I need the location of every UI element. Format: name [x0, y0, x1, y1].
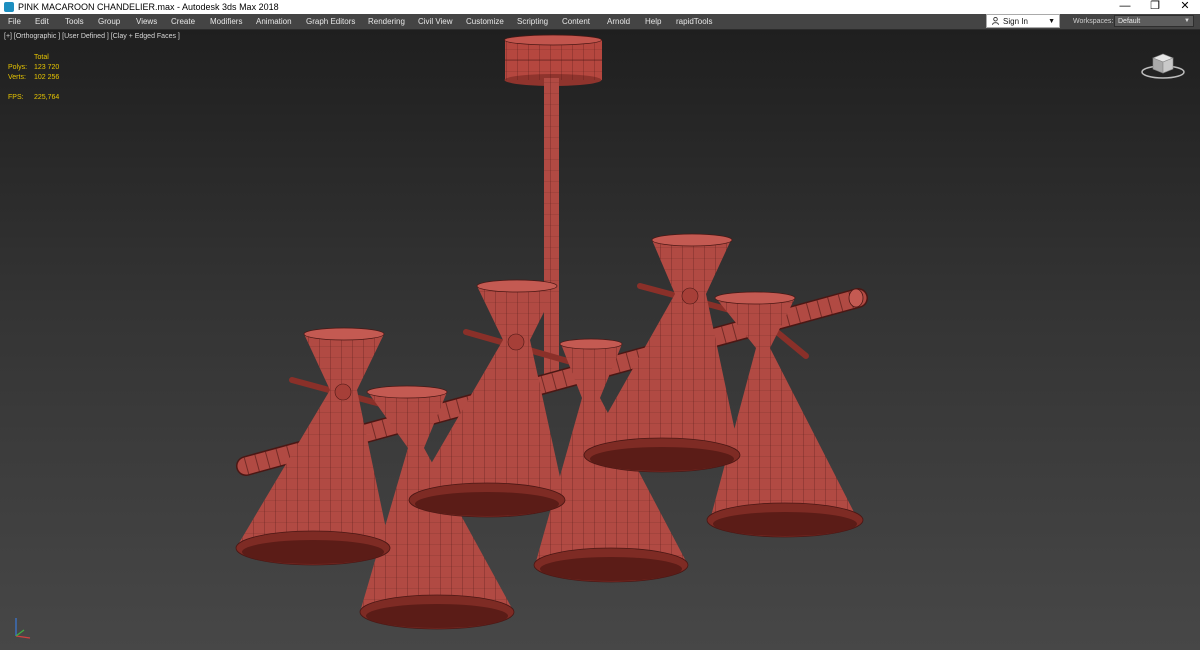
menu-rendering[interactable]: Rendering: [368, 14, 405, 29]
menu-animation[interactable]: Animation: [256, 14, 292, 29]
menu-edit[interactable]: Edit: [35, 14, 49, 29]
viewcube-icon[interactable]: [1140, 48, 1186, 82]
verts-value: 102 256: [34, 74, 60, 81]
menu-file[interactable]: File: [8, 14, 21, 29]
sign-in-dropdown[interactable]: Sign In ▼: [986, 14, 1060, 28]
chandelier-model[interactable]: [0, 30, 1200, 650]
fps-value: 225,764: [34, 94, 60, 101]
close-icon[interactable]: ✕: [1170, 0, 1200, 14]
menu-content[interactable]: Content: [562, 14, 590, 29]
menu-customize[interactable]: Customize: [466, 14, 504, 29]
menu-civil-view[interactable]: Civil View: [418, 14, 453, 29]
menu-create[interactable]: Create: [171, 14, 195, 29]
stats-header: Total: [34, 54, 49, 61]
user-icon: [992, 17, 999, 25]
menu-group[interactable]: Group: [98, 14, 120, 29]
window-title: PINK MACAROON CHANDELIER.max - Autodesk …: [18, 2, 279, 12]
workspaces-label: Workspaces:: [1073, 18, 1114, 25]
lamp-shade: [235, 327, 391, 566]
menu-rapidtools[interactable]: rapidTools: [676, 14, 712, 29]
menu-graph-editors[interactable]: Graph Editors: [306, 14, 355, 29]
menu-modifiers[interactable]: Modifiers: [210, 14, 242, 29]
axis-tripod-icon: [15, 618, 31, 639]
polys-label: Polys:: [8, 64, 28, 71]
menu-views[interactable]: Views: [136, 14, 157, 29]
viewport-label[interactable]: [+] [Orthographic ] [User Defined ] [Cla…: [4, 33, 180, 40]
menu-help[interactable]: Help: [645, 14, 661, 29]
perspective-viewport[interactable]: [+] [Orthographic ] [User Defined ] [Cla…: [0, 30, 1200, 650]
menu-scripting[interactable]: Scripting: [517, 14, 548, 29]
restore-icon[interactable]: ❐: [1140, 0, 1170, 14]
verts-label: Verts:: [8, 74, 26, 81]
menu-tools[interactable]: Tools: [65, 14, 84, 29]
app-logo-icon: [4, 2, 14, 12]
title-bar: PINK MACAROON CHANDELIER.max - Autodesk …: [0, 0, 1200, 14]
minimize-icon[interactable]: —: [1110, 0, 1140, 14]
chevron-down-icon: ▼: [1184, 18, 1190, 24]
fps-label: FPS:: [8, 94, 24, 101]
workspaces-select[interactable]: Default ▼: [1114, 15, 1194, 27]
sign-in-label: Sign In: [1003, 17, 1028, 26]
menu-arnold[interactable]: Arnold: [607, 14, 630, 29]
polys-value: 123 720: [34, 64, 60, 71]
workspaces-value: Default: [1118, 18, 1141, 25]
chandelier-stem: [544, 78, 559, 378]
chevron-down-icon: ▼: [1048, 18, 1055, 25]
